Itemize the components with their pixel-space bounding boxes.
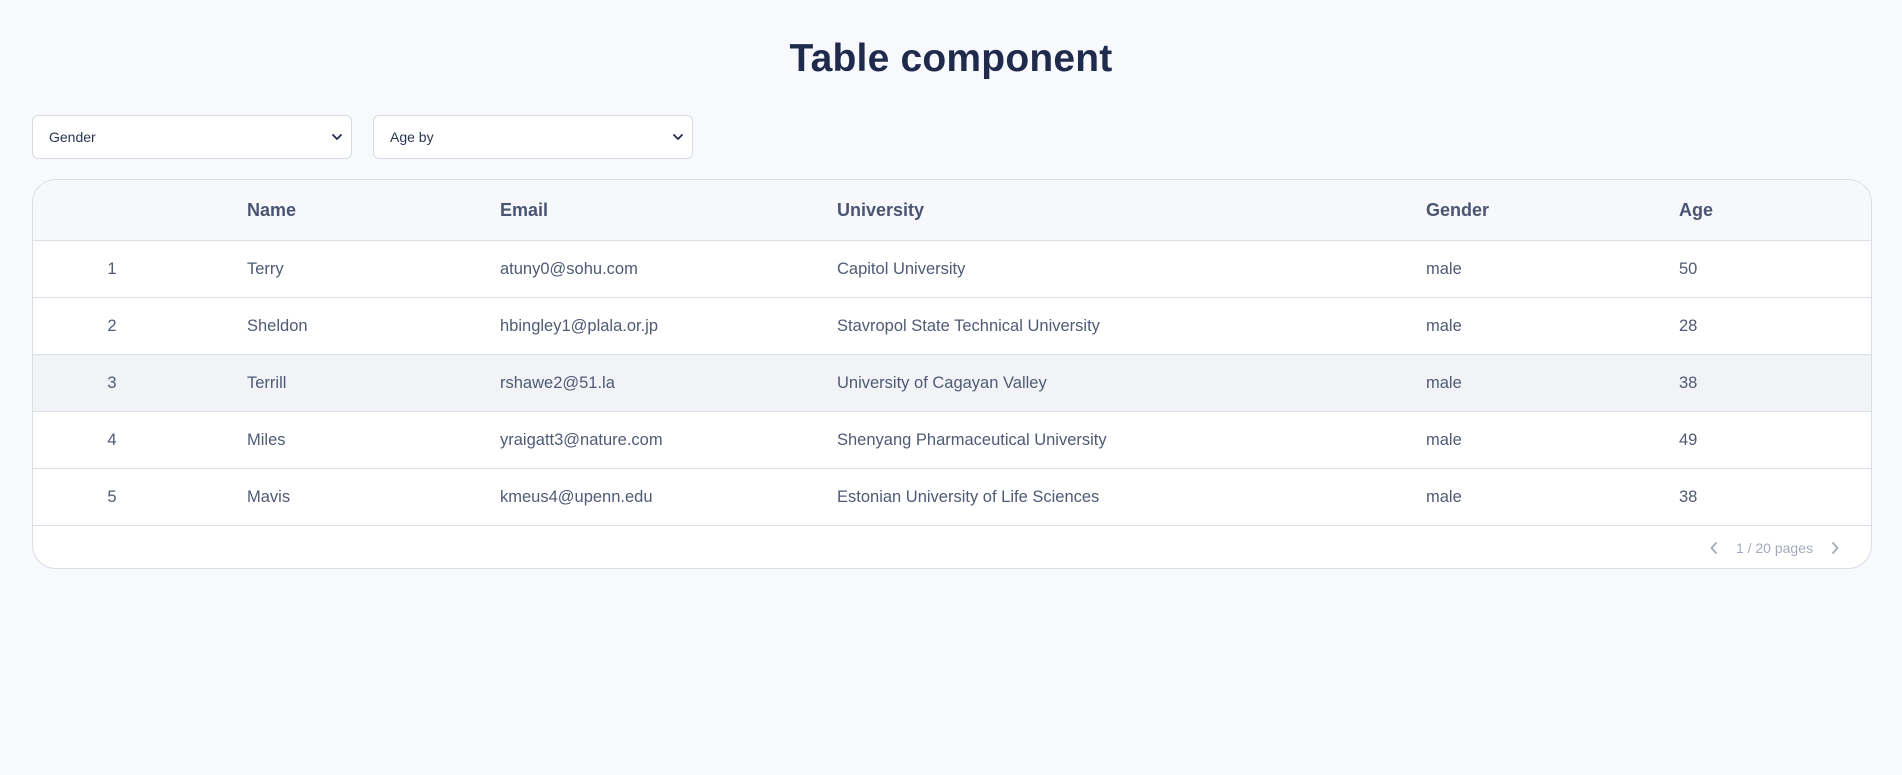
row-index: 5	[107, 488, 117, 506]
row-email: atuny0@sohu.com	[500, 260, 638, 278]
row-age: 28	[1679, 317, 1698, 335]
row-name: Sheldon	[247, 317, 308, 335]
prev-page-button[interactable]	[1706, 538, 1722, 558]
table-header: Name Email University Gender Age	[33, 180, 1871, 241]
filters-bar: Gender Age by	[32, 115, 693, 159]
row-gender: male	[1426, 374, 1462, 392]
chevron-down-icon	[332, 134, 342, 140]
chevron-left-icon	[1710, 542, 1717, 554]
row-university: Capitol University	[837, 260, 966, 278]
row-gender: male	[1426, 488, 1462, 506]
age-select[interactable]: Age by	[373, 115, 693, 159]
row-email: kmeus4@upenn.edu	[500, 488, 653, 506]
table-row[interactable]: 4 Miles yraigatt3@nature.com Shenyang Ph…	[33, 412, 1871, 469]
row-university: Estonian University of Life Sciences	[837, 488, 1100, 506]
column-header-email[interactable]: Email	[500, 180, 548, 240]
row-index: 2	[107, 317, 117, 335]
table-row[interactable]: 5 Mavis kmeus4@upenn.edu Estonian Univer…	[33, 469, 1871, 526]
table-row[interactable]: 3 Terrill rshawe2@51.la University of Ca…	[33, 355, 1871, 412]
row-age: 49	[1679, 431, 1698, 449]
chevron-down-icon	[673, 134, 683, 140]
row-email: hbingley1@plala.or.jp	[500, 317, 659, 335]
column-header-gender[interactable]: Gender	[1426, 180, 1489, 240]
chevron-right-icon	[1832, 542, 1839, 554]
data-table: Name Email University Gender Age 1 Terry…	[32, 179, 1872, 569]
row-gender: male	[1426, 260, 1462, 278]
row-index: 4	[107, 431, 117, 449]
row-age: 38	[1679, 374, 1698, 392]
page-title: Table component	[789, 37, 1113, 80]
pagination: 1 / 20 pages	[1706, 538, 1843, 558]
row-index: 3	[107, 374, 117, 392]
row-name: Miles	[247, 431, 286, 449]
row-email: yraigatt3@nature.com	[500, 431, 663, 449]
row-index: 1	[107, 260, 117, 278]
row-age: 38	[1679, 488, 1698, 506]
gender-select[interactable]: Gender	[32, 115, 352, 159]
table-body: 1 Terry atuny0@sohu.com Capitol Universi…	[33, 241, 1871, 526]
row-age: 50	[1679, 260, 1698, 278]
row-university: University of Cagayan Valley	[837, 374, 1047, 392]
row-name: Mavis	[247, 488, 291, 506]
table-row[interactable]: 2 Sheldon hbingley1@plala.or.jp Stavropo…	[33, 298, 1871, 355]
table-row[interactable]: 1 Terry atuny0@sohu.com Capitol Universi…	[33, 241, 1871, 298]
column-header-name[interactable]: Name	[247, 180, 296, 240]
page-indicator: 1 / 20 pages	[1735, 540, 1813, 556]
row-name: Terry	[247, 260, 284, 278]
row-university: Shenyang Pharmaceutical University	[837, 431, 1107, 449]
row-gender: male	[1426, 317, 1462, 335]
column-header-university[interactable]: University	[837, 180, 924, 240]
gender-select-value: Gender	[49, 129, 96, 145]
column-header-age[interactable]: Age	[1679, 180, 1713, 240]
age-select-value: Age by	[390, 129, 434, 145]
row-university: Stavropol State Technical University	[837, 317, 1100, 335]
row-name: Terrill	[247, 374, 287, 392]
next-page-button[interactable]	[1827, 538, 1843, 558]
row-gender: male	[1426, 431, 1462, 449]
row-email: rshawe2@51.la	[500, 374, 615, 392]
